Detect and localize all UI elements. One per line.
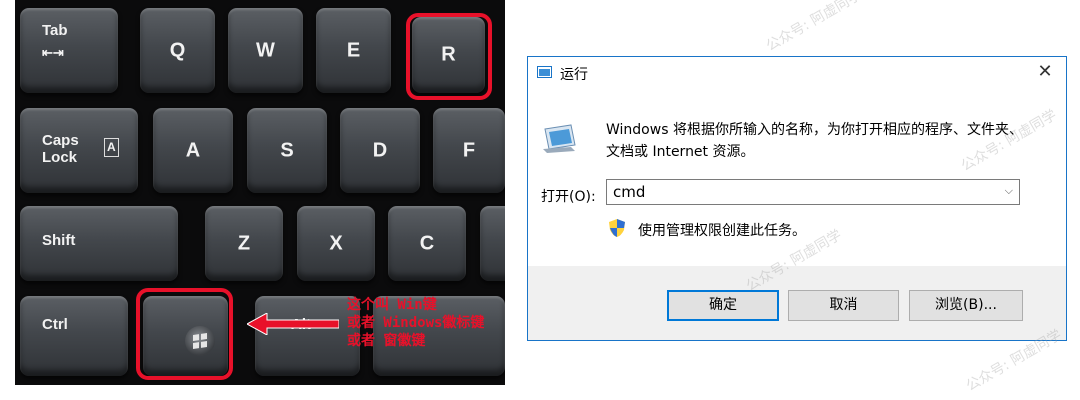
caps-line-1: Caps	[42, 132, 79, 149]
pointer-arrow-icon	[247, 313, 339, 335]
a-key: A	[153, 108, 233, 193]
ctrl-key-label: Ctrl	[42, 316, 68, 333]
cancel-button[interactable]: 取消	[788, 290, 899, 321]
run-dialog: 运行 ✕ Windows 将根据你所输入的名称，为你打开相应的程序、文件夹、文档…	[527, 56, 1067, 341]
shift-key: Shift	[20, 206, 178, 281]
browse-button[interactable]: 浏览(B)...	[909, 290, 1023, 321]
r-key-highlight	[406, 13, 492, 100]
close-button[interactable]: ✕	[1034, 61, 1056, 83]
caps-lock-label: Caps Lock	[42, 132, 79, 166]
f-key: F	[433, 108, 505, 193]
tab-key-label: Tab	[42, 22, 68, 39]
title-bar: 运行 ✕	[528, 57, 1066, 89]
tab-key: Tab ⇤⇥	[20, 8, 118, 93]
c-key: C	[388, 206, 466, 281]
annotation-line-3: 或者 窗徽键	[347, 333, 426, 349]
caps-lock-key: Caps Lock A	[20, 108, 138, 193]
windows-key-highlight	[136, 288, 233, 380]
dialog-body: Windows 将根据你所输入的名称，为你打开相应的程序、文件夹、文档或 Int…	[528, 89, 1066, 266]
open-input[interactable]: cmd	[613, 183, 645, 201]
run-title-icon	[537, 66, 552, 78]
shift-key-label: Shift	[42, 232, 76, 249]
caps-indicator-icon: A	[104, 138, 119, 157]
c-key-label: C	[419, 232, 435, 254]
a-key-label: A	[185, 139, 201, 161]
keyboard-photo: Tab ⇤⇥ Q W E R Caps Lock A A S D F Shift…	[15, 0, 505, 385]
x-key-label: X	[329, 232, 343, 254]
caps-line-2: Lock	[42, 149, 78, 166]
annotation-line-2: 或者 Windows徽标键	[347, 315, 485, 331]
z-key: Z	[205, 206, 283, 281]
ok-button[interactable]: 确定	[667, 290, 779, 321]
tab-arrows-icon: ⇤⇥	[42, 45, 64, 60]
dialog-description: Windows 将根据你所输入的名称，为你打开相应的程序、文件夹、文档或 Int…	[606, 122, 1023, 160]
s-key: S	[247, 108, 327, 193]
s-key-label: S	[280, 139, 294, 161]
q-key-label: Q	[169, 39, 186, 61]
v-key-partial	[480, 206, 505, 281]
win-key-annotation: 这个叫 Win键 或者 Windows徽标键 或者 窗徽键	[347, 296, 484, 350]
ctrl-key: Ctrl	[20, 296, 128, 376]
watermark: 公众号: 阿虚同学	[763, 0, 865, 55]
d-key-label: D	[372, 139, 388, 161]
d-key: D	[340, 108, 420, 193]
open-combobox[interactable]: cmd ⌵	[606, 179, 1020, 205]
q-key: Q	[140, 8, 215, 93]
open-label: 打开(O):	[541, 189, 596, 205]
e-key-label: E	[346, 39, 361, 61]
x-key: X	[297, 206, 375, 281]
w-key: W	[228, 8, 303, 93]
alt-key: Alt	[255, 296, 360, 376]
e-key: E	[316, 8, 391, 93]
f-key-label: F	[462, 139, 476, 161]
z-key-label: Z	[237, 232, 251, 254]
run-program-icon	[543, 124, 576, 153]
w-key-label: W	[256, 39, 275, 61]
annotation-line-1: 这个叫 Win键	[347, 297, 437, 313]
dialog-title: 运行	[560, 67, 588, 83]
admin-note: 使用管理权限创建此任务。	[638, 223, 806, 239]
chevron-down-icon[interactable]: ⌵	[1005, 184, 1013, 198]
uac-shield-icon	[609, 219, 625, 237]
